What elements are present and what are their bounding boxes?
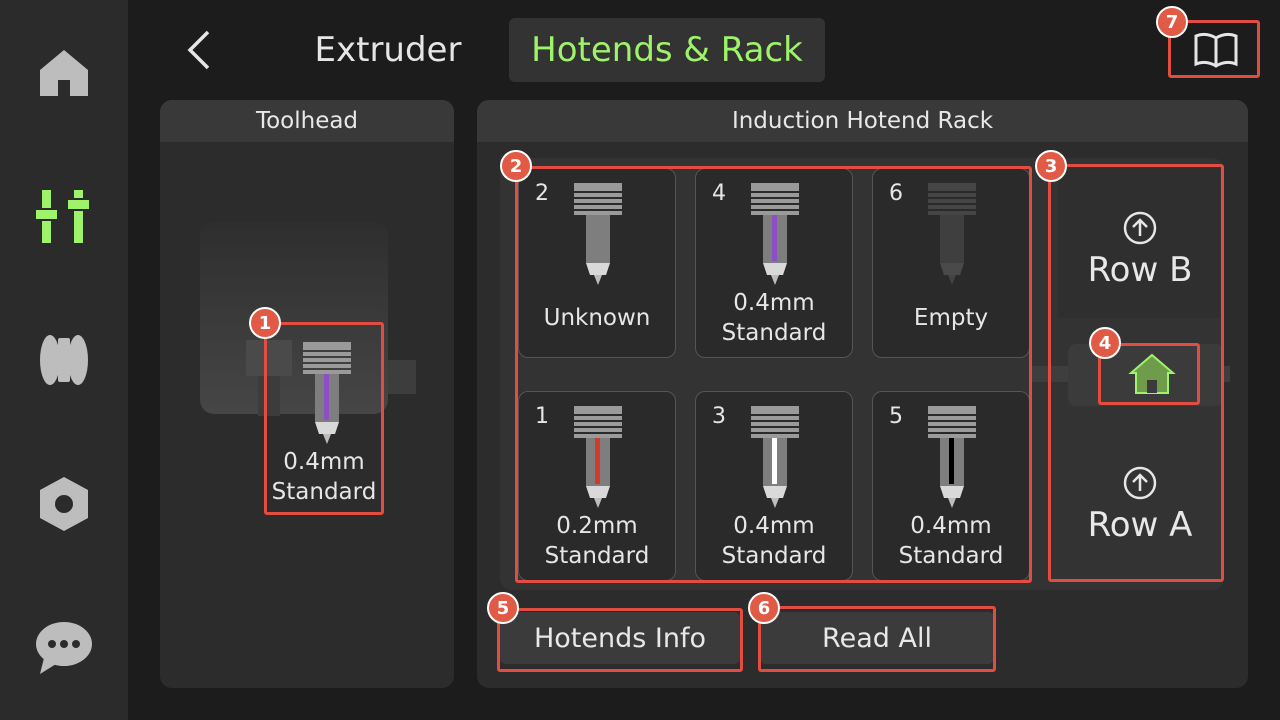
annotation-box-5 bbox=[497, 608, 743, 672]
annotation-box-2 bbox=[515, 166, 1032, 583]
tab-extruder[interactable]: Extruder bbox=[290, 18, 486, 82]
annotation-box-1 bbox=[264, 322, 384, 515]
annotation-badge-5: 5 bbox=[487, 592, 519, 624]
toolhead-title: Toolhead bbox=[160, 100, 454, 142]
chat-icon[interactable] bbox=[24, 608, 104, 688]
annotation-badge-4: 4 bbox=[1089, 327, 1121, 359]
annotation-badge-6: 6 bbox=[748, 592, 780, 624]
annotation-badge-3: 3 bbox=[1035, 150, 1067, 182]
rack-title: Induction Hotend Rack bbox=[477, 100, 1248, 142]
sidebar bbox=[0, 0, 128, 720]
toolhead-connector bbox=[388, 360, 416, 394]
home-icon[interactable] bbox=[24, 32, 104, 112]
annotation-badge-1: 1 bbox=[249, 307, 281, 339]
tune-icon[interactable] bbox=[24, 176, 104, 256]
annotation-badge-2: 2 bbox=[500, 150, 532, 182]
settings-hex-icon[interactable] bbox=[24, 464, 104, 544]
annotation-badge-7: 7 bbox=[1156, 6, 1188, 38]
tab-hotends-rack[interactable]: Hotends & Rack bbox=[509, 18, 825, 82]
chevron-left-icon bbox=[187, 30, 210, 70]
back-button[interactable] bbox=[180, 28, 220, 72]
annotation-box-6 bbox=[758, 606, 996, 672]
filament-icon[interactable] bbox=[24, 320, 104, 400]
